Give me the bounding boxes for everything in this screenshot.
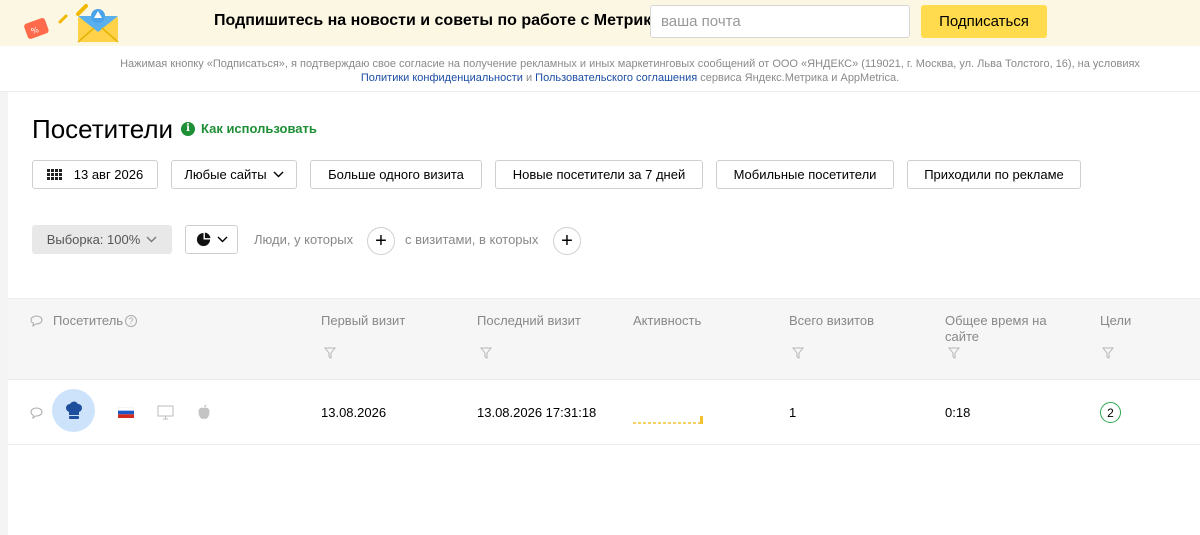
sites-label: Любые сайты <box>184 167 267 182</box>
filter-funnel-icon[interactable] <box>324 347 336 359</box>
column-total-visits[interactable]: Всего визитов <box>789 313 874 329</box>
banner-title: Подпишитесь на новости и советы по работ… <box>214 12 671 29</box>
table-header: Посетитель ? Первый визит Последний визи… <box>8 298 1200 380</box>
first-visit-cell: 13.08.2026 <box>321 405 387 420</box>
sites-select[interactable]: Любые сайты <box>171 160 297 189</box>
goals-badge[interactable]: 2 <box>1100 402 1121 423</box>
user-agreement-link[interactable]: Пользовательского соглашения <box>535 72 697 84</box>
consent-line-1: Нажимая кнопку «Подписаться», я подтверж… <box>120 58 1140 70</box>
filter-funnel-icon[interactable] <box>1102 347 1114 359</box>
howto-link[interactable]: i Как использовать <box>181 121 317 136</box>
column-total-time[interactable]: Общее время на сайте <box>945 313 1075 345</box>
consent-and: и <box>525 72 533 84</box>
preset-more-than-one-visit[interactable]: Больше одного визита <box>310 160 482 189</box>
calendar-grid-icon <box>46 169 62 180</box>
subscribe-banner: % Подпишитесь на новости и советы по раб… <box>0 0 1200 46</box>
left-gutter <box>0 92 8 535</box>
last-visit-cell: 13.08.2026 17:31:18 <box>477 405 597 420</box>
visits-condition-label: с визитами, в которых <box>405 232 539 247</box>
table-row[interactable]: 13.08.2026 13.08.2026 17:31:18 1 0:18 2 <box>8 381 1200 445</box>
desktop-icon <box>157 405 174 420</box>
column-goals[interactable]: Цели <box>1100 313 1131 329</box>
column-first-visit[interactable]: Первый визит <box>321 313 405 329</box>
email-field[interactable] <box>650 5 910 38</box>
visualization-select[interactable] <box>185 225 238 254</box>
consent-tail: сервиса Яндекс.Метрика и AppMetrica. <box>700 72 900 84</box>
filter-funnel-icon[interactable] <box>792 347 804 359</box>
chef-hat-icon <box>65 401 82 419</box>
apple-icon <box>198 404 210 419</box>
consent-text: Нажимая кнопку «Подписаться», я подтверж… <box>0 57 1200 85</box>
filter-funnel-icon[interactable] <box>948 347 960 359</box>
chevron-down-icon <box>217 236 227 243</box>
chevron-down-icon <box>273 171 284 178</box>
add-people-condition-button[interactable]: + <box>367 227 395 255</box>
date-label: 13 авг 2026 <box>73 167 144 182</box>
divider <box>0 91 1200 92</box>
people-condition-label: Люди, у которых <box>254 232 354 247</box>
add-visits-condition-button[interactable]: + <box>553 227 581 255</box>
sample-label: Выборка: 100% <box>46 232 141 247</box>
column-last-visit[interactable]: Последний визит <box>477 313 581 329</box>
total-time-cell: 0:18 <box>945 405 971 420</box>
activity-bar <box>700 416 703 424</box>
howto-label: Как использовать <box>201 121 317 136</box>
consent-line-2: Политики конфиденциальности и Пользовате… <box>60 71 1200 85</box>
preset-mobile-visitors[interactable]: Мобильные посетители <box>716 160 894 189</box>
subscribe-button[interactable]: Подписаться <box>921 5 1047 38</box>
column-activity[interactable]: Активность <box>633 313 701 329</box>
avatar[interactable] <box>52 389 95 432</box>
pie-chart-icon <box>196 232 211 247</box>
privacy-policy-link[interactable]: Политики конфиденциальности <box>361 72 523 84</box>
date-picker-button[interactable]: 13 авг 2026 <box>32 160 158 189</box>
column-visitor-label: Посетитель <box>53 313 124 328</box>
comment-icon <box>30 315 43 327</box>
info-icon: i <box>181 121 195 136</box>
column-visitor[interactable]: Посетитель ? <box>53 313 138 329</box>
page-title: Посетители <box>32 114 174 144</box>
comment-icon[interactable] <box>30 407 43 419</box>
russia-flag-icon <box>118 407 134 418</box>
sample-select[interactable]: Выборка: 100% <box>32 225 172 254</box>
total-visits-cell: 1 <box>789 405 797 420</box>
activity-sparkline <box>633 416 703 424</box>
filter-funnel-icon[interactable] <box>480 347 492 359</box>
envelope-with-bell-icon: % <box>24 4 119 43</box>
preset-new-visitors-7-days[interactable]: Новые посетители за 7 дней <box>495 160 703 189</box>
preset-from-ads[interactable]: Приходили по рекламе <box>907 160 1081 189</box>
chevron-down-icon <box>146 236 157 243</box>
help-icon[interactable]: ? <box>125 315 138 327</box>
